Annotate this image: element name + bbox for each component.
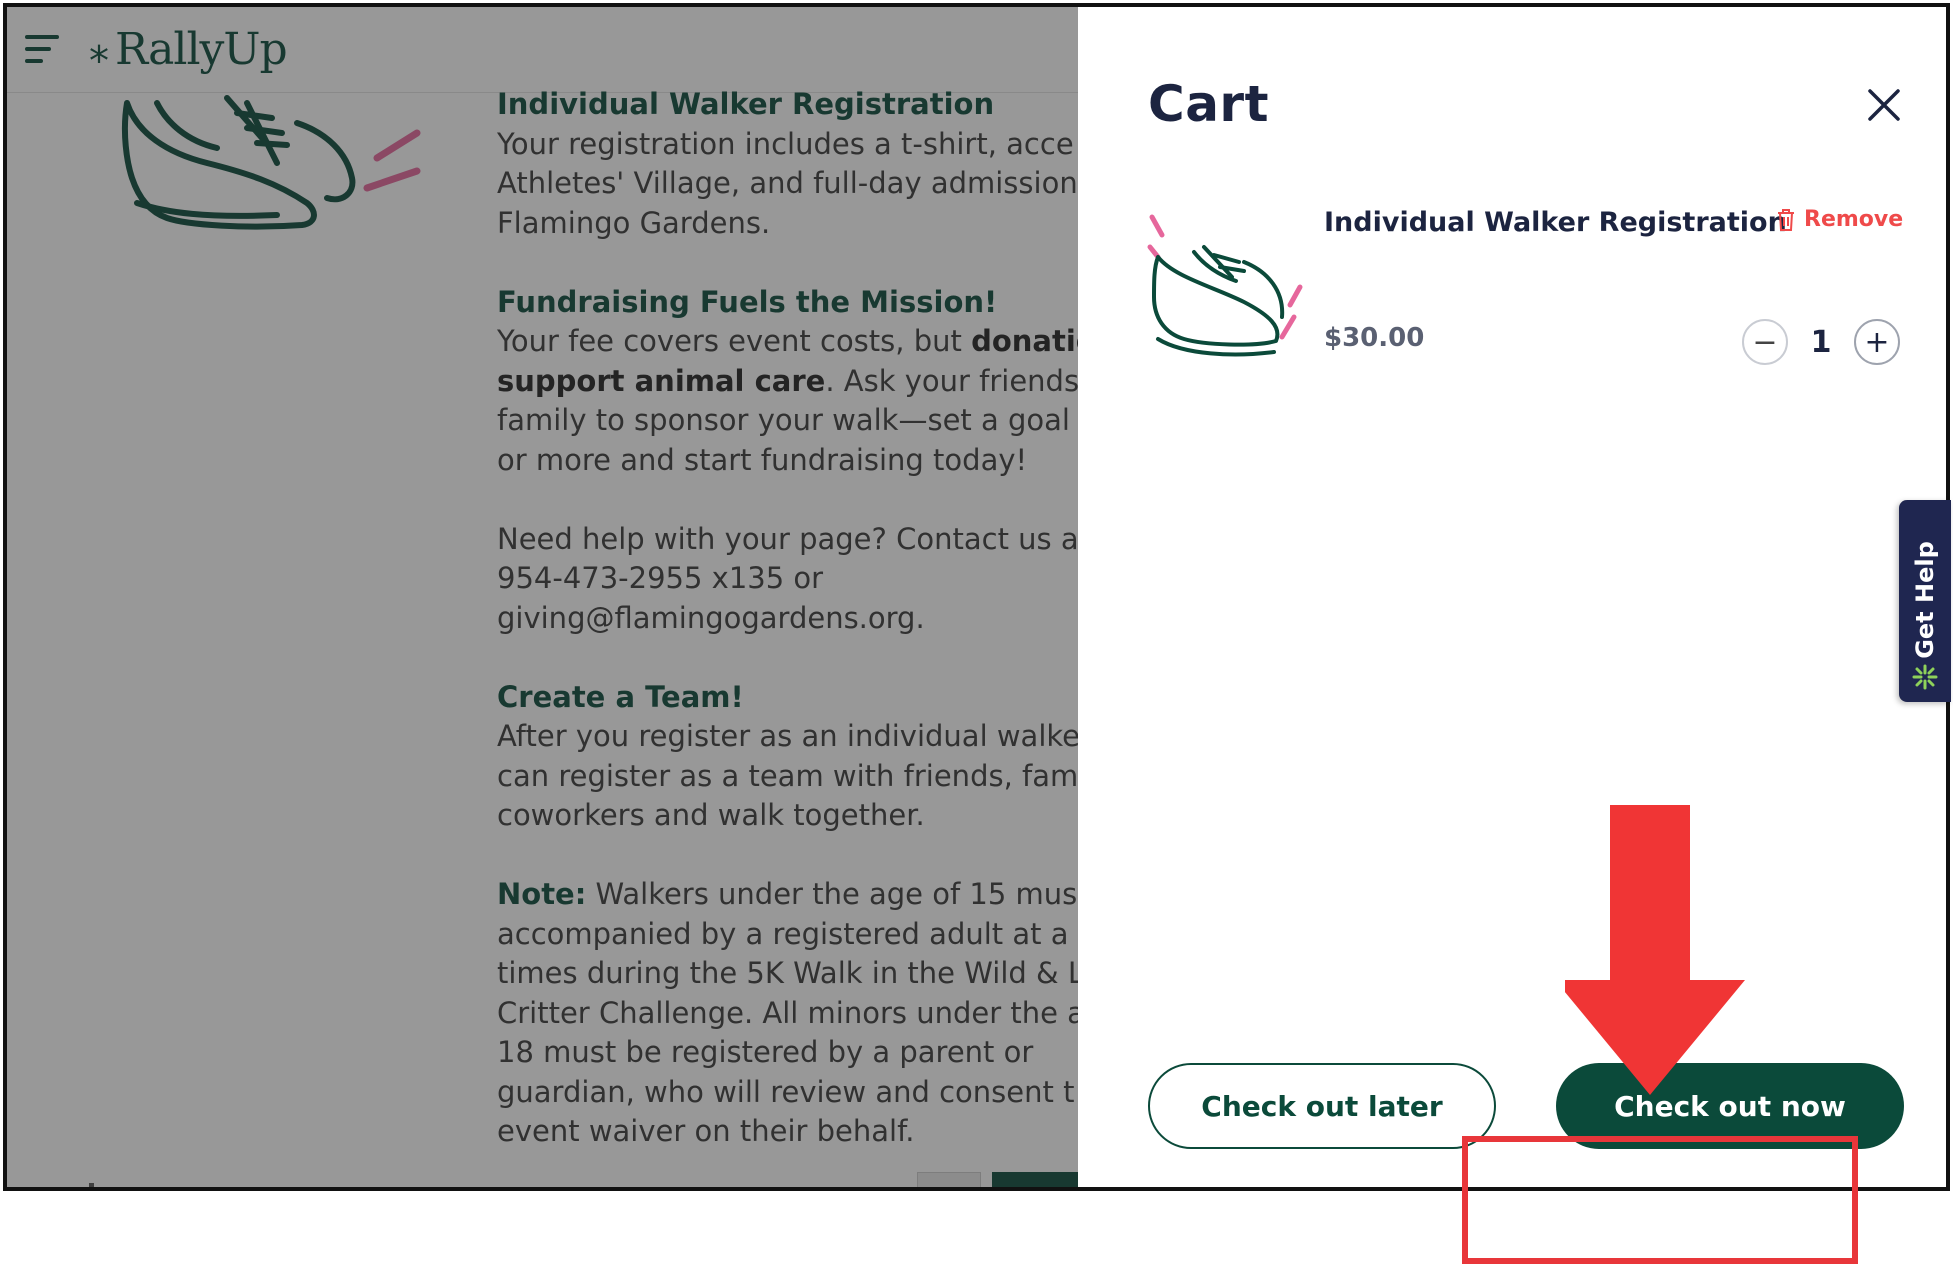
cart-title: Cart (1148, 75, 1269, 133)
item-shoe-image (1147, 214, 1303, 357)
close-icon[interactable] (1864, 85, 1904, 125)
check-out-later-button[interactable]: Check out later (1148, 1063, 1496, 1149)
browser-viewport: ⁎ RallyUp Individual Walker Registration… (3, 3, 1950, 1191)
remove-item-button[interactable]: Remove (1776, 207, 1903, 232)
remove-label: Remove (1804, 207, 1904, 232)
sparkle-icon (1912, 664, 1938, 690)
event-page: ⁎ RallyUp Individual Walker Registration… (7, 7, 1946, 1187)
quantity-value: 1 (1810, 324, 1832, 360)
cart-drawer: Cart Individual Walker Registration Remo… (1078, 7, 1946, 1187)
increase-quantity-button[interactable]: + (1854, 319, 1900, 365)
plus-icon: + (1864, 324, 1890, 360)
get-help-tab[interactable]: Get Help (1899, 500, 1951, 702)
trash-icon (1778, 208, 1794, 231)
minus-icon: − (1752, 324, 1778, 360)
get-help-label: Get Help (1911, 541, 1939, 659)
quantity-stepper: − 1 + (1742, 319, 1900, 365)
decrease-quantity-button[interactable]: − (1742, 319, 1788, 365)
cart-item-price: $30.00 (1324, 323, 1425, 353)
check-out-now-button[interactable]: Check out now (1556, 1063, 1904, 1149)
cart-item-name: Individual Walker Registration (1324, 207, 1787, 238)
